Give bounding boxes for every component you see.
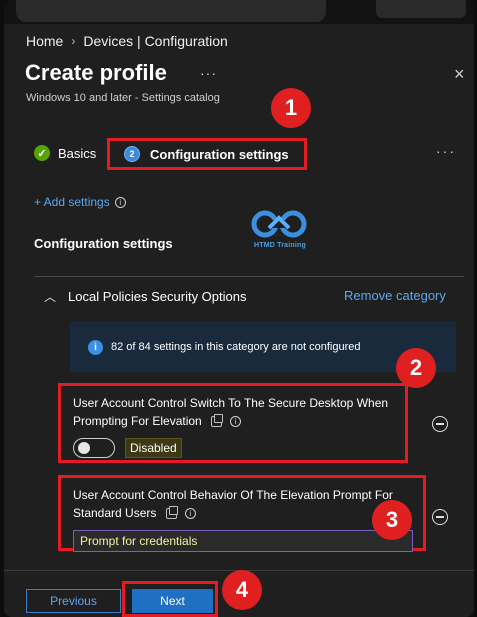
page-title: Create profile <box>25 60 167 85</box>
global-search-bar[interactable] <box>16 0 326 22</box>
step-config-label: Configuration settings <box>150 146 289 162</box>
chevron-up-icon[interactable]: ︿ <box>44 288 56 305</box>
setting-label: User Account Control Behavior Of The Ele… <box>73 488 393 520</box>
step-basics-label: Basics <box>58 145 97 161</box>
app-window: Home › Devices | Configuration Create pr… <box>4 0 474 617</box>
step-basics[interactable]: ✓ Basics <box>34 145 96 161</box>
callout-badge-4: 4 <box>222 570 262 610</box>
account-area[interactable] <box>376 0 466 18</box>
check-circle-icon: ✓ <box>34 145 50 161</box>
next-button[interactable]: Next <box>132 589 213 613</box>
more-options-icon[interactable]: ··· <box>200 65 217 81</box>
divider <box>34 276 464 277</box>
copy-icon[interactable] <box>165 506 178 520</box>
info-icon[interactable]: i <box>184 508 196 520</box>
remove-category-link[interactable]: Remove category <box>344 288 446 303</box>
remove-setting-icon[interactable] <box>432 509 448 525</box>
step-number-icon: 2 <box>124 146 140 162</box>
chevron-right-icon: › <box>71 34 76 48</box>
section-heading: Configuration settings <box>34 236 173 251</box>
close-icon[interactable]: × <box>454 64 470 84</box>
prompt-behavior-select[interactable]: Prompt for credentials <box>73 530 413 552</box>
add-settings-link[interactable]: + Add settings i <box>34 195 126 209</box>
setting-elevation-prompt: User Account Control Behavior Of The Ele… <box>58 475 426 552</box>
info-icon: i <box>114 196 126 208</box>
callout-badge-2: 2 <box>396 348 436 388</box>
setting-secure-desktop: User Account Control Switch To The Secur… <box>58 383 408 463</box>
breadcrumb-devices[interactable]: Devices | Configuration <box>83 33 227 49</box>
breadcrumb-home[interactable]: Home <box>26 33 63 49</box>
toggle-switch[interactable] <box>73 438 115 458</box>
breadcrumb: Home › Devices | Configuration <box>26 33 228 49</box>
callout-badge-1: 1 <box>271 88 311 128</box>
info-icon[interactable]: i <box>230 416 242 428</box>
toggle-knob <box>78 442 90 454</box>
category-name: Local Policies Security Options <box>68 289 247 304</box>
step-configuration-settings[interactable]: 2 Configuration settings <box>107 138 307 170</box>
callout-badge-3: 3 <box>372 500 412 540</box>
page-subtitle: Windows 10 and later - Settings catalog <box>26 92 220 104</box>
category-header[interactable]: ︿ Local Policies Security Options <box>44 288 247 305</box>
setting-label: User Account Control Switch To The Secur… <box>73 396 389 428</box>
copy-icon[interactable] <box>211 414 224 428</box>
previous-button[interactable]: Previous <box>26 589 121 613</box>
add-settings-label: + Add settings <box>34 195 110 209</box>
top-bar <box>4 0 474 24</box>
remove-setting-icon[interactable] <box>432 416 448 432</box>
info-icon: i <box>88 339 103 355</box>
logo-text: HTMD Training <box>254 242 306 249</box>
toggle-state-label: Disabled <box>125 438 182 458</box>
steps-more-icon[interactable]: ··· <box>436 143 456 159</box>
info-banner-text: 82 of 84 settings in this category are n… <box>111 341 361 353</box>
